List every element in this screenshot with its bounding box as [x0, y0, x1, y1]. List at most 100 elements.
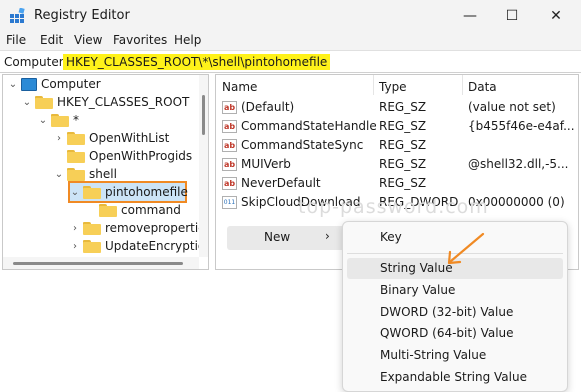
maximize-button[interactable]: ☐: [498, 4, 526, 28]
chevron-down-icon[interactable]: ⌄: [69, 186, 81, 198]
menu-help[interactable]: Help: [174, 33, 201, 47]
tree-node-label: OpenWithList: [89, 131, 170, 145]
minimize-button[interactable]: —: [456, 4, 484, 28]
chevron-down-icon[interactable]: ⌄: [53, 168, 65, 180]
value-name: CommandStateHandler: [241, 119, 376, 133]
tree-horizontal-scrollbar[interactable]: [3, 257, 199, 269]
submenu-item-expandable-string-value[interactable]: Expandable String Value: [347, 367, 563, 388]
tree-node-label: command: [121, 203, 181, 217]
tree-node-label: OpenWithProgids: [89, 149, 193, 163]
title-bar: Registry Editor — ☐ ✕: [0, 0, 581, 32]
column-header-type[interactable]: Type: [379, 80, 407, 94]
value-name: (Default): [241, 100, 295, 114]
menu-file[interactable]: File: [6, 33, 26, 47]
tree-node-removeproperties[interactable]: › removeproperties: [69, 219, 209, 237]
tree-vertical-scrollbar[interactable]: [199, 75, 208, 257]
value-name: CommandStateSync: [241, 138, 364, 152]
tree-node-updateencryption[interactable]: › UpdateEncryption: [69, 237, 209, 255]
annotation-arrow-icon: [447, 232, 485, 265]
folder-icon: [83, 185, 101, 199]
value-type: REG_SZ: [379, 138, 427, 152]
submenu-item-label: Binary Value: [380, 283, 456, 297]
value-type: REG_SZ: [379, 100, 427, 114]
new-label: New: [264, 230, 291, 244]
value-row[interactable]: ab CommandStateSync REG_SZ: [222, 136, 578, 155]
value-name: MUIVerb: [241, 157, 291, 171]
tree-node-openwithprogids[interactable]: OpenWithProgids: [53, 147, 192, 165]
value-name: NeverDefault: [241, 176, 321, 190]
string-value-icon: ab: [222, 120, 237, 133]
folder-icon: [67, 149, 85, 163]
chevron-right-icon[interactable]: ›: [69, 222, 81, 234]
chevron-down-icon[interactable]: ⌄: [7, 78, 19, 90]
tree-node-label: UpdateEncryption: [105, 239, 209, 253]
value-row[interactable]: ab MUIVerb REG_SZ @shell32.dll,-5...: [222, 155, 578, 174]
string-value-icon: ab: [222, 158, 237, 171]
folder-icon: [51, 113, 69, 127]
tree-node-command[interactable]: command: [85, 201, 181, 219]
folder-icon: [67, 167, 85, 181]
column-header-name[interactable]: Name: [222, 80, 257, 94]
chevron-down-icon[interactable]: ⌄: [21, 96, 33, 108]
maximize-icon: ☐: [505, 8, 519, 24]
address-bar[interactable]: Computer\ HKEY_CLASSES_ROOT\*\shell\pint…: [0, 50, 581, 73]
minimize-icon: —: [463, 8, 477, 24]
menu-view[interactable]: View: [74, 33, 102, 47]
submenu-item-label: Key: [380, 230, 402, 244]
registry-editor-icon: [10, 8, 25, 23]
column-divider[interactable]: [462, 75, 463, 95]
tree-node-label: Computer: [41, 77, 101, 91]
submenu-item-multi-string-value[interactable]: Multi-String Value: [347, 345, 563, 366]
tree-node-asterisk[interactable]: ⌄ *: [37, 111, 79, 129]
key-tree-pane[interactable]: ⌄ Computer ⌄ HKEY_CLASSES_ROOT ⌄ * › Ope…: [2, 74, 209, 270]
value-row[interactable]: ab NeverDefault REG_SZ: [222, 174, 578, 193]
chevron-right-icon[interactable]: ›: [69, 240, 81, 252]
chevron-down-icon[interactable]: ⌄: [37, 114, 49, 126]
column-header-data[interactable]: Data: [468, 80, 497, 94]
menu-favorites[interactable]: Favorites: [113, 33, 167, 47]
watermark: top-password.com: [298, 196, 489, 218]
chevron-right-icon: ›: [325, 229, 330, 243]
scrollbar-thumb[interactable]: [13, 262, 183, 265]
computer-icon: [21, 77, 37, 91]
value-row[interactable]: ab CommandStateHandler REG_SZ {b455f46e-…: [222, 117, 578, 136]
scrollbar-thumb[interactable]: [202, 95, 205, 135]
tree-node-pintohomefile[interactable]: ⌄ pintohomefile: [69, 183, 188, 201]
folder-icon: [83, 221, 101, 235]
menu-edit[interactable]: Edit: [40, 33, 63, 47]
folder-icon: [83, 239, 101, 253]
chevron-right-icon[interactable]: ›: [53, 132, 65, 144]
submenu-item-qword-value[interactable]: QWORD (64-bit) Value: [347, 323, 563, 344]
close-icon: ✕: [550, 8, 562, 24]
submenu-item-dword-value[interactable]: DWORD (32-bit) Value: [347, 302, 563, 323]
value-data: (value not set): [468, 100, 556, 114]
tree-node-label: pintohomefile: [105, 185, 188, 199]
submenu-item-label: Multi-String Value: [380, 348, 487, 362]
tree-node-label: HKEY_CLASSES_ROOT: [57, 95, 190, 109]
close-button[interactable]: ✕: [542, 4, 570, 28]
string-value-icon: ab: [222, 139, 237, 152]
tree-node-label: shell: [89, 167, 117, 181]
submenu-item-binary-value[interactable]: Binary Value: [347, 280, 563, 301]
submenu-item-label: DWORD (32-bit) Value: [380, 305, 514, 319]
tree-node-label: removeproperties: [105, 221, 209, 235]
value-data: @shell32.dll,-5...: [468, 157, 569, 171]
column-divider[interactable]: [373, 75, 374, 95]
menu-bar: File Edit View Favorites Help: [0, 32, 581, 50]
submenu-item-label: Expandable String Value: [380, 370, 527, 384]
address-path[interactable]: HKEY_CLASSES_ROOT\*\shell\pintohomefile: [63, 54, 331, 70]
folder-icon: [67, 131, 85, 145]
binary-value-icon: 011: [222, 196, 237, 209]
tree-node-computer[interactable]: ⌄ Computer: [7, 75, 101, 93]
tree-node-hkey-classes-root[interactable]: ⌄ HKEY_CLASSES_ROOT: [21, 93, 190, 111]
address-prefix: Computer\: [4, 55, 68, 69]
submenu-item-label: QWORD (64-bit) Value: [380, 326, 514, 340]
tree-node-openwithlist[interactable]: › OpenWithList: [53, 129, 169, 147]
context-menu-new[interactable]: New ›: [227, 226, 345, 250]
value-data: {b455f46e-e4af...: [468, 119, 575, 133]
value-type: REG_SZ: [379, 176, 427, 190]
value-row[interactable]: ab (Default) REG_SZ (value not set): [222, 98, 578, 117]
folder-icon: [99, 203, 117, 217]
